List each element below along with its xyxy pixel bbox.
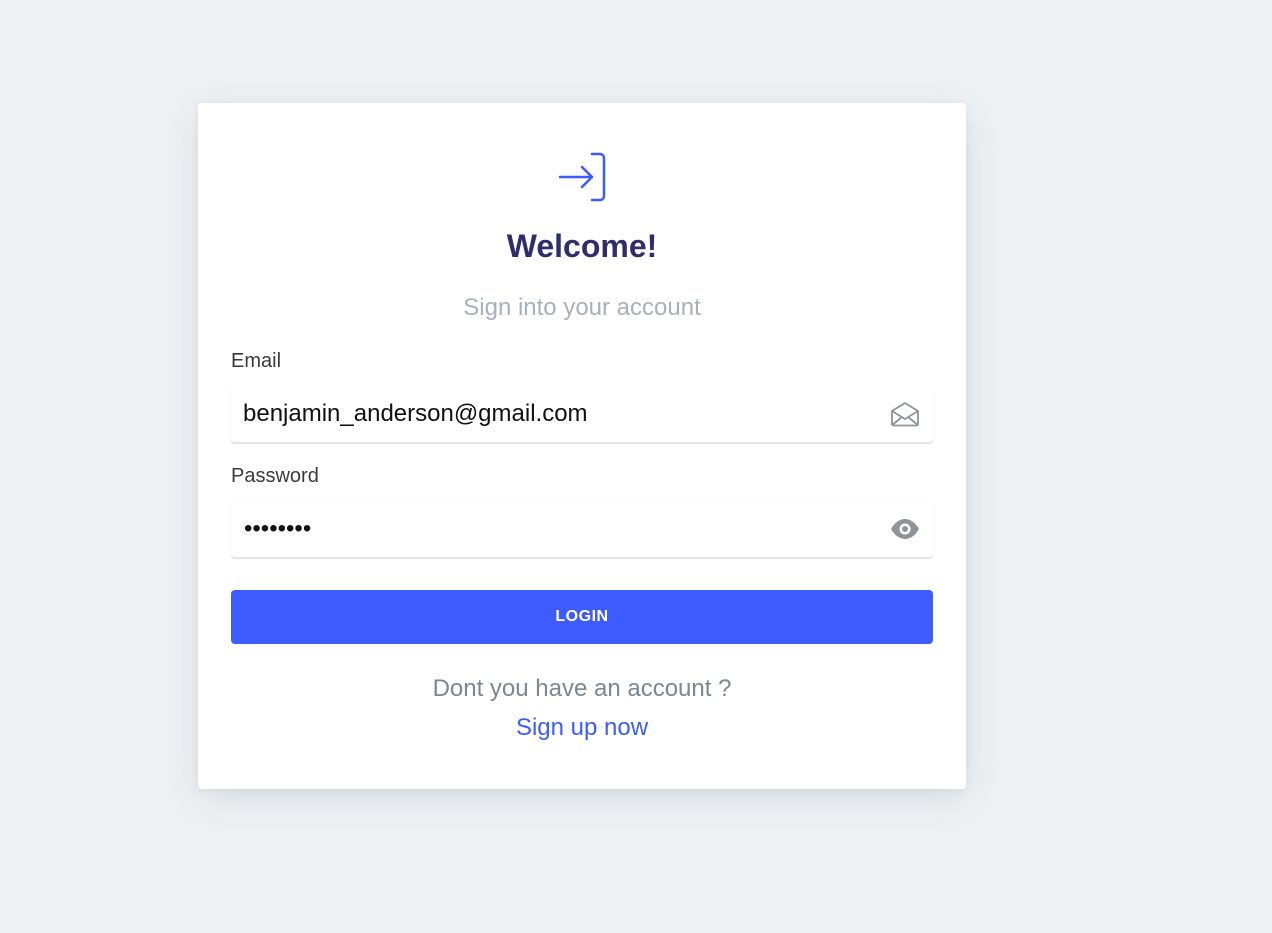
eye-icon[interactable] bbox=[889, 515, 921, 543]
login-card: Welcome! Sign into your account Email Pa… bbox=[198, 103, 966, 789]
signup-prompt: Dont you have an account ? bbox=[432, 675, 732, 702]
password-field-container: •••••••• bbox=[231, 501, 933, 557]
login-button[interactable]: LOGIN bbox=[231, 590, 933, 644]
email-field-container bbox=[231, 386, 933, 442]
envelope-icon bbox=[891, 402, 919, 427]
login-icon bbox=[558, 152, 606, 202]
email-input[interactable] bbox=[243, 386, 863, 442]
password-input[interactable]: •••••••• bbox=[244, 501, 311, 557]
page-subtitle: Sign into your account bbox=[463, 294, 701, 321]
page-title: Welcome! bbox=[506, 228, 658, 264]
email-label: Email bbox=[231, 350, 282, 372]
password-label: Password bbox=[231, 465, 319, 487]
signup-link[interactable]: Sign up now bbox=[198, 713, 966, 743]
